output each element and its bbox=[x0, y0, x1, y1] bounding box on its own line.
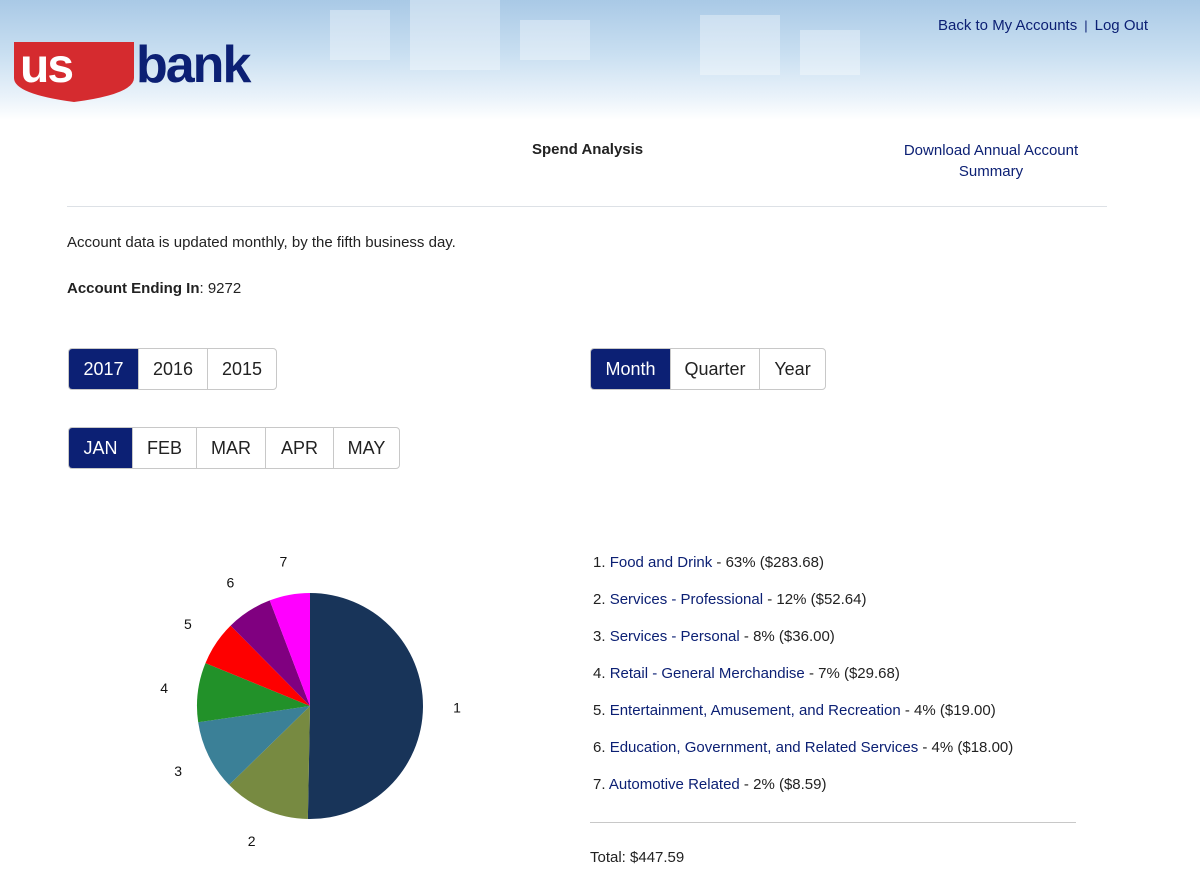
legend-detail: - 4% ($19.00) bbox=[900, 702, 996, 719]
legend-number: 4. bbox=[593, 665, 606, 682]
header-decoration bbox=[410, 0, 500, 70]
log-out-link[interactable]: Log Out bbox=[1095, 17, 1148, 34]
logo-bank-text: bank bbox=[136, 36, 251, 94]
legend-detail: - 63% ($283.68) bbox=[712, 554, 824, 571]
pie-slice-label: 5 bbox=[184, 616, 192, 632]
period-button-month[interactable]: Month bbox=[591, 349, 670, 389]
pie-slice-label: 2 bbox=[248, 833, 256, 849]
legend-item: 4. Retail - General Merchandise - 7% ($2… bbox=[593, 664, 1013, 701]
legend-divider bbox=[590, 822, 1076, 823]
month-button-apr[interactable]: APR bbox=[265, 428, 333, 468]
legend-category-link[interactable]: Retail - General Merchandise bbox=[610, 665, 805, 682]
pie-slice-label: 3 bbox=[174, 763, 182, 779]
account-label: Account Ending In bbox=[67, 280, 200, 297]
page-title: Spend Analysis bbox=[532, 141, 644, 158]
pie-slice-label: 7 bbox=[279, 553, 287, 569]
account-ending: Account Ending In: 9272 bbox=[67, 280, 241, 297]
month-selector: JAN FEB MAR APR MAY bbox=[68, 427, 400, 469]
month-button-jan[interactable]: JAN bbox=[69, 428, 132, 468]
pie-slice-1[interactable] bbox=[307, 593, 423, 819]
period-button-year[interactable]: Year bbox=[759, 349, 825, 389]
link-separator: | bbox=[1084, 18, 1088, 33]
update-note: Account data is updated monthly, by the … bbox=[67, 234, 456, 251]
pie-slice-label: 6 bbox=[227, 574, 235, 590]
header-decoration bbox=[800, 30, 860, 75]
legend-detail: - 7% ($29.68) bbox=[804, 665, 900, 682]
legend-number: 7. bbox=[593, 776, 606, 793]
year-selector: 2017 2016 2015 bbox=[68, 348, 277, 390]
back-to-accounts-link[interactable]: Back to My Accounts bbox=[938, 17, 1077, 34]
legend-item: 7. Automotive Related - 2% ($8.59) bbox=[593, 775, 1013, 812]
period-button-quarter[interactable]: Quarter bbox=[670, 349, 759, 389]
header-decoration bbox=[330, 10, 390, 60]
year-button-2016[interactable]: 2016 bbox=[138, 349, 207, 389]
spend-total: Total: $447.59 bbox=[590, 849, 685, 866]
legend-item: 6. Education, Government, and Related Se… bbox=[593, 738, 1013, 775]
month-button-feb[interactable]: FEB bbox=[132, 428, 196, 468]
spend-pie-chart: 1 2 3 4 5 6 7 bbox=[140, 540, 500, 860]
site-header: us bank Back to My Accounts | Log Out bbox=[0, 0, 1200, 120]
legend-detail: - 2% ($8.59) bbox=[739, 776, 827, 793]
logo-graphic: us bank bbox=[14, 36, 253, 102]
pie-chart-svg: 1 2 3 4 5 6 7 bbox=[160, 553, 461, 849]
pie-slice-label: 1 bbox=[453, 699, 461, 715]
header-links: Back to My Accounts | Log Out bbox=[938, 17, 1148, 34]
usbank-logo[interactable]: us bank bbox=[12, 36, 272, 109]
legend-category-link[interactable]: Automotive Related bbox=[609, 776, 740, 793]
legend-number: 3. bbox=[593, 628, 606, 645]
legend-number: 2. bbox=[593, 591, 606, 608]
legend-item: 2. Services - Professional - 12% ($52.64… bbox=[593, 590, 1013, 627]
month-button-mar[interactable]: MAR bbox=[196, 428, 265, 468]
header-decoration bbox=[700, 15, 780, 75]
legend-category-link[interactable]: Food and Drink bbox=[610, 554, 713, 571]
legend-category-link[interactable]: Education, Government, and Related Servi… bbox=[610, 739, 919, 756]
legend-category-link[interactable]: Services - Professional bbox=[610, 591, 763, 608]
title-divider bbox=[67, 206, 1107, 207]
legend-number: 5. bbox=[593, 702, 606, 719]
legend-item: 1. Food and Drink - 63% ($283.68) bbox=[593, 553, 1013, 590]
legend-category-link[interactable]: Services - Personal bbox=[610, 628, 740, 645]
legend-item: 5. Entertainment, Amusement, and Recreat… bbox=[593, 701, 1013, 738]
year-button-2015[interactable]: 2015 bbox=[207, 349, 276, 389]
account-number: : 9272 bbox=[199, 280, 242, 297]
legend-number: 6. bbox=[593, 739, 606, 756]
download-annual-summary-link[interactable]: Download Annual Account Summary bbox=[890, 140, 1092, 182]
legend-category-link[interactable]: Entertainment, Amusement, and Recreation bbox=[610, 702, 901, 719]
month-button-may[interactable]: MAY bbox=[333, 428, 399, 468]
header-decoration bbox=[520, 20, 590, 60]
year-button-2017[interactable]: 2017 bbox=[69, 349, 138, 389]
legend-detail: - 8% ($36.00) bbox=[739, 628, 835, 645]
legend-detail: - 4% ($18.00) bbox=[918, 739, 1014, 756]
pie-slice-label: 4 bbox=[160, 680, 168, 696]
logo-us-text: us bbox=[20, 40, 72, 93]
legend-number: 1. bbox=[593, 554, 606, 571]
legend-item: 3. Services - Personal - 8% ($36.00) bbox=[593, 627, 1013, 664]
period-selector: Month Quarter Year bbox=[590, 348, 826, 390]
spend-legend: 1. Food and Drink - 63% ($283.68) 2. Ser… bbox=[593, 553, 1013, 812]
legend-detail: - 12% ($52.64) bbox=[763, 591, 867, 608]
